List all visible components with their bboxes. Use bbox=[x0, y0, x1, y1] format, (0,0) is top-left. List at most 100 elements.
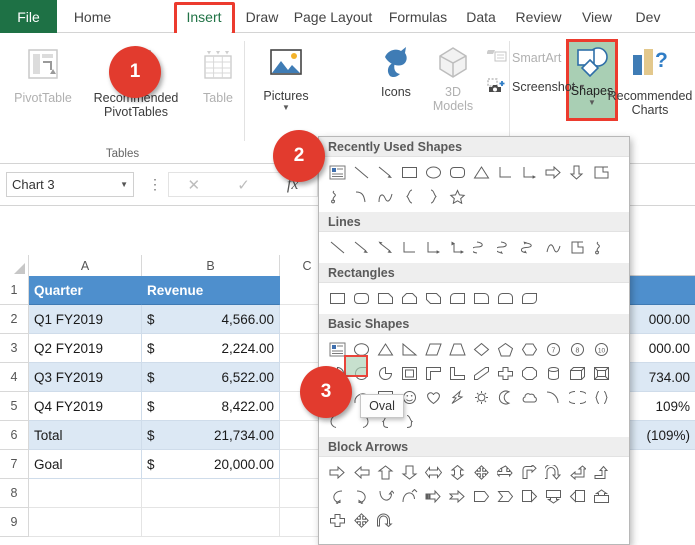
pictures-chevron-down-icon[interactable]: ▼ bbox=[282, 104, 290, 112]
shape-bevel[interactable] bbox=[589, 361, 613, 385]
tab-home[interactable]: Home bbox=[66, 0, 119, 33]
shape-down-arrow[interactable] bbox=[565, 160, 589, 184]
shape-teardrop[interactable] bbox=[349, 361, 373, 385]
shape-curved-arrow-connector[interactable] bbox=[493, 235, 517, 259]
shape-star-5[interactable] bbox=[445, 184, 469, 208]
shape-left-right-up-arrow[interactable] bbox=[493, 460, 517, 484]
shape-folded-corner[interactable] bbox=[589, 160, 613, 184]
section-body-rectangles[interactable] bbox=[319, 283, 629, 314]
shape-pentagon[interactable] bbox=[493, 337, 517, 361]
cell-right-3[interactable]: 000.00 bbox=[630, 334, 695, 363]
table-button[interactable]: Table bbox=[195, 45, 241, 105]
column-header-b[interactable]: B bbox=[142, 255, 280, 276]
tab-page-layout[interactable]: Page Layout bbox=[292, 0, 374, 33]
tab-view[interactable]: View bbox=[578, 0, 616, 33]
shape-rectangle[interactable] bbox=[397, 160, 421, 184]
shape-bent-arrow[interactable] bbox=[517, 460, 541, 484]
cell-a4[interactable]: Q3 FY2019 bbox=[29, 363, 142, 392]
shape-snip-single-corner-rectangle[interactable] bbox=[373, 286, 397, 310]
shape-line-double-arrow[interactable] bbox=[373, 235, 397, 259]
shape-elbow-double-arrow-connector[interactable] bbox=[445, 235, 469, 259]
cell-b5[interactable]: $8,422.00 bbox=[142, 392, 280, 421]
shape-round-same-side-corner-rectangle[interactable] bbox=[493, 286, 517, 310]
column-header-a[interactable]: A bbox=[29, 255, 142, 276]
shape-right-arrow[interactable] bbox=[541, 160, 565, 184]
shape-triangle[interactable] bbox=[469, 160, 493, 184]
shape-striped-right-arrow[interactable] bbox=[421, 484, 445, 508]
shape-right-triangle[interactable] bbox=[397, 337, 421, 361]
shape-left-right-arrow[interactable] bbox=[421, 460, 445, 484]
shape-triangle[interactable] bbox=[373, 337, 397, 361]
shape-scribble[interactable] bbox=[589, 235, 613, 259]
shape-line[interactable] bbox=[349, 160, 373, 184]
cell-b1[interactable]: Revenue bbox=[142, 276, 280, 305]
shape-frame[interactable] bbox=[397, 361, 421, 385]
shape-circular-arrow[interactable] bbox=[373, 508, 397, 532]
row-header-8[interactable]: 8 bbox=[0, 479, 29, 508]
3d-models-button[interactable]: 3D Models bbox=[422, 45, 484, 113]
section-body-basic-shapes[interactable]: 7 8 10 bbox=[319, 334, 629, 437]
shape-curved-connector[interactable] bbox=[469, 235, 493, 259]
shape-diamond[interactable] bbox=[469, 337, 493, 361]
cell-b2[interactable]: $4,566.00 bbox=[142, 305, 280, 334]
shape-elbow-connector[interactable] bbox=[397, 235, 421, 259]
shape-oval[interactable] bbox=[421, 160, 445, 184]
shape-trapezoid[interactable] bbox=[445, 337, 469, 361]
cell-right-5[interactable]: 109% bbox=[630, 392, 695, 421]
shape-down-arrow[interactable] bbox=[397, 460, 421, 484]
shape-braces-pair[interactable] bbox=[589, 385, 613, 409]
cell-a2[interactable]: Q1 FY2019 bbox=[29, 305, 142, 334]
shape-pentagon-arrow[interactable] bbox=[469, 484, 493, 508]
shape-right-brace[interactable] bbox=[421, 184, 445, 208]
section-body-block-arrows[interactable] bbox=[319, 457, 629, 536]
cell-a6[interactable]: Total bbox=[29, 421, 142, 450]
shape-cylinder[interactable] bbox=[541, 361, 565, 385]
shape-elbow-arrow-connector[interactable] bbox=[517, 160, 541, 184]
pivot-table-button[interactable]: PivotTable bbox=[8, 45, 78, 105]
shape-elbow-connector[interactable] bbox=[493, 160, 517, 184]
shape-round-single-corner-rectangle[interactable] bbox=[469, 286, 493, 310]
cell-b4[interactable]: $6,522.00 bbox=[142, 363, 280, 392]
row-header-5[interactable]: 5 bbox=[0, 392, 29, 421]
shape-curved-double-arrow-connector[interactable] bbox=[517, 235, 541, 259]
shape-heptagon[interactable]: 7 bbox=[541, 337, 565, 361]
shape-l-shape[interactable] bbox=[445, 361, 469, 385]
cell-right-1[interactable] bbox=[630, 276, 695, 305]
shape-freeform[interactable] bbox=[373, 184, 397, 208]
cell-right-2[interactable]: 000.00 bbox=[630, 305, 695, 334]
shape-rounded-rectangle[interactable] bbox=[445, 160, 469, 184]
shape-snip-same-side-corner-rectangle[interactable] bbox=[397, 286, 421, 310]
shape-arc-2[interactable] bbox=[541, 385, 565, 409]
tab-developer[interactable]: Dev bbox=[628, 0, 668, 33]
cell-a9[interactable] bbox=[29, 508, 142, 537]
tab-insert[interactable]: Insert bbox=[177, 0, 231, 33]
cell-b6[interactable]: $21,734.00 bbox=[142, 421, 280, 450]
shape-line[interactable] bbox=[325, 235, 349, 259]
shape-u-turn-arrow[interactable] bbox=[541, 460, 565, 484]
cell-right-6[interactable]: (109%) bbox=[630, 421, 695, 450]
shape-snip-and-round-single-corner-rectangle[interactable] bbox=[445, 286, 469, 310]
shape-cube[interactable] bbox=[565, 361, 589, 385]
shape-chord[interactable] bbox=[373, 361, 397, 385]
shape-diagonal-stripe[interactable] bbox=[469, 361, 493, 385]
row-header-9[interactable]: 9 bbox=[0, 508, 29, 537]
cancel-icon[interactable]: ✕ bbox=[188, 176, 201, 194]
shape-cross-arrow[interactable] bbox=[325, 508, 349, 532]
tab-review[interactable]: Review bbox=[512, 0, 565, 33]
shape-left-arrow-callout[interactable] bbox=[565, 484, 589, 508]
shape-bent-up-arrow[interactable] bbox=[589, 460, 613, 484]
shape-round-diagonal-corner-rectangle[interactable] bbox=[517, 286, 541, 310]
shape-left-arrow[interactable] bbox=[349, 460, 373, 484]
cell-b7[interactable]: $20,000.00 bbox=[142, 450, 280, 479]
shape-regular-octagon[interactable] bbox=[517, 361, 541, 385]
shape-scribble[interactable] bbox=[325, 184, 349, 208]
shape-right-arrow-callout[interactable] bbox=[517, 484, 541, 508]
shape-elbow-arrow-connector[interactable] bbox=[421, 235, 445, 259]
shape-quad-arrow-callout[interactable] bbox=[349, 508, 373, 532]
row-header-6[interactable]: 6 bbox=[0, 421, 29, 450]
shape-rounded-rectangle[interactable] bbox=[349, 286, 373, 310]
shape-up-arrow[interactable] bbox=[373, 460, 397, 484]
shape-curved-right-arrow[interactable] bbox=[349, 484, 373, 508]
shape-right-arrow[interactable] bbox=[325, 460, 349, 484]
shape-moon[interactable] bbox=[493, 385, 517, 409]
